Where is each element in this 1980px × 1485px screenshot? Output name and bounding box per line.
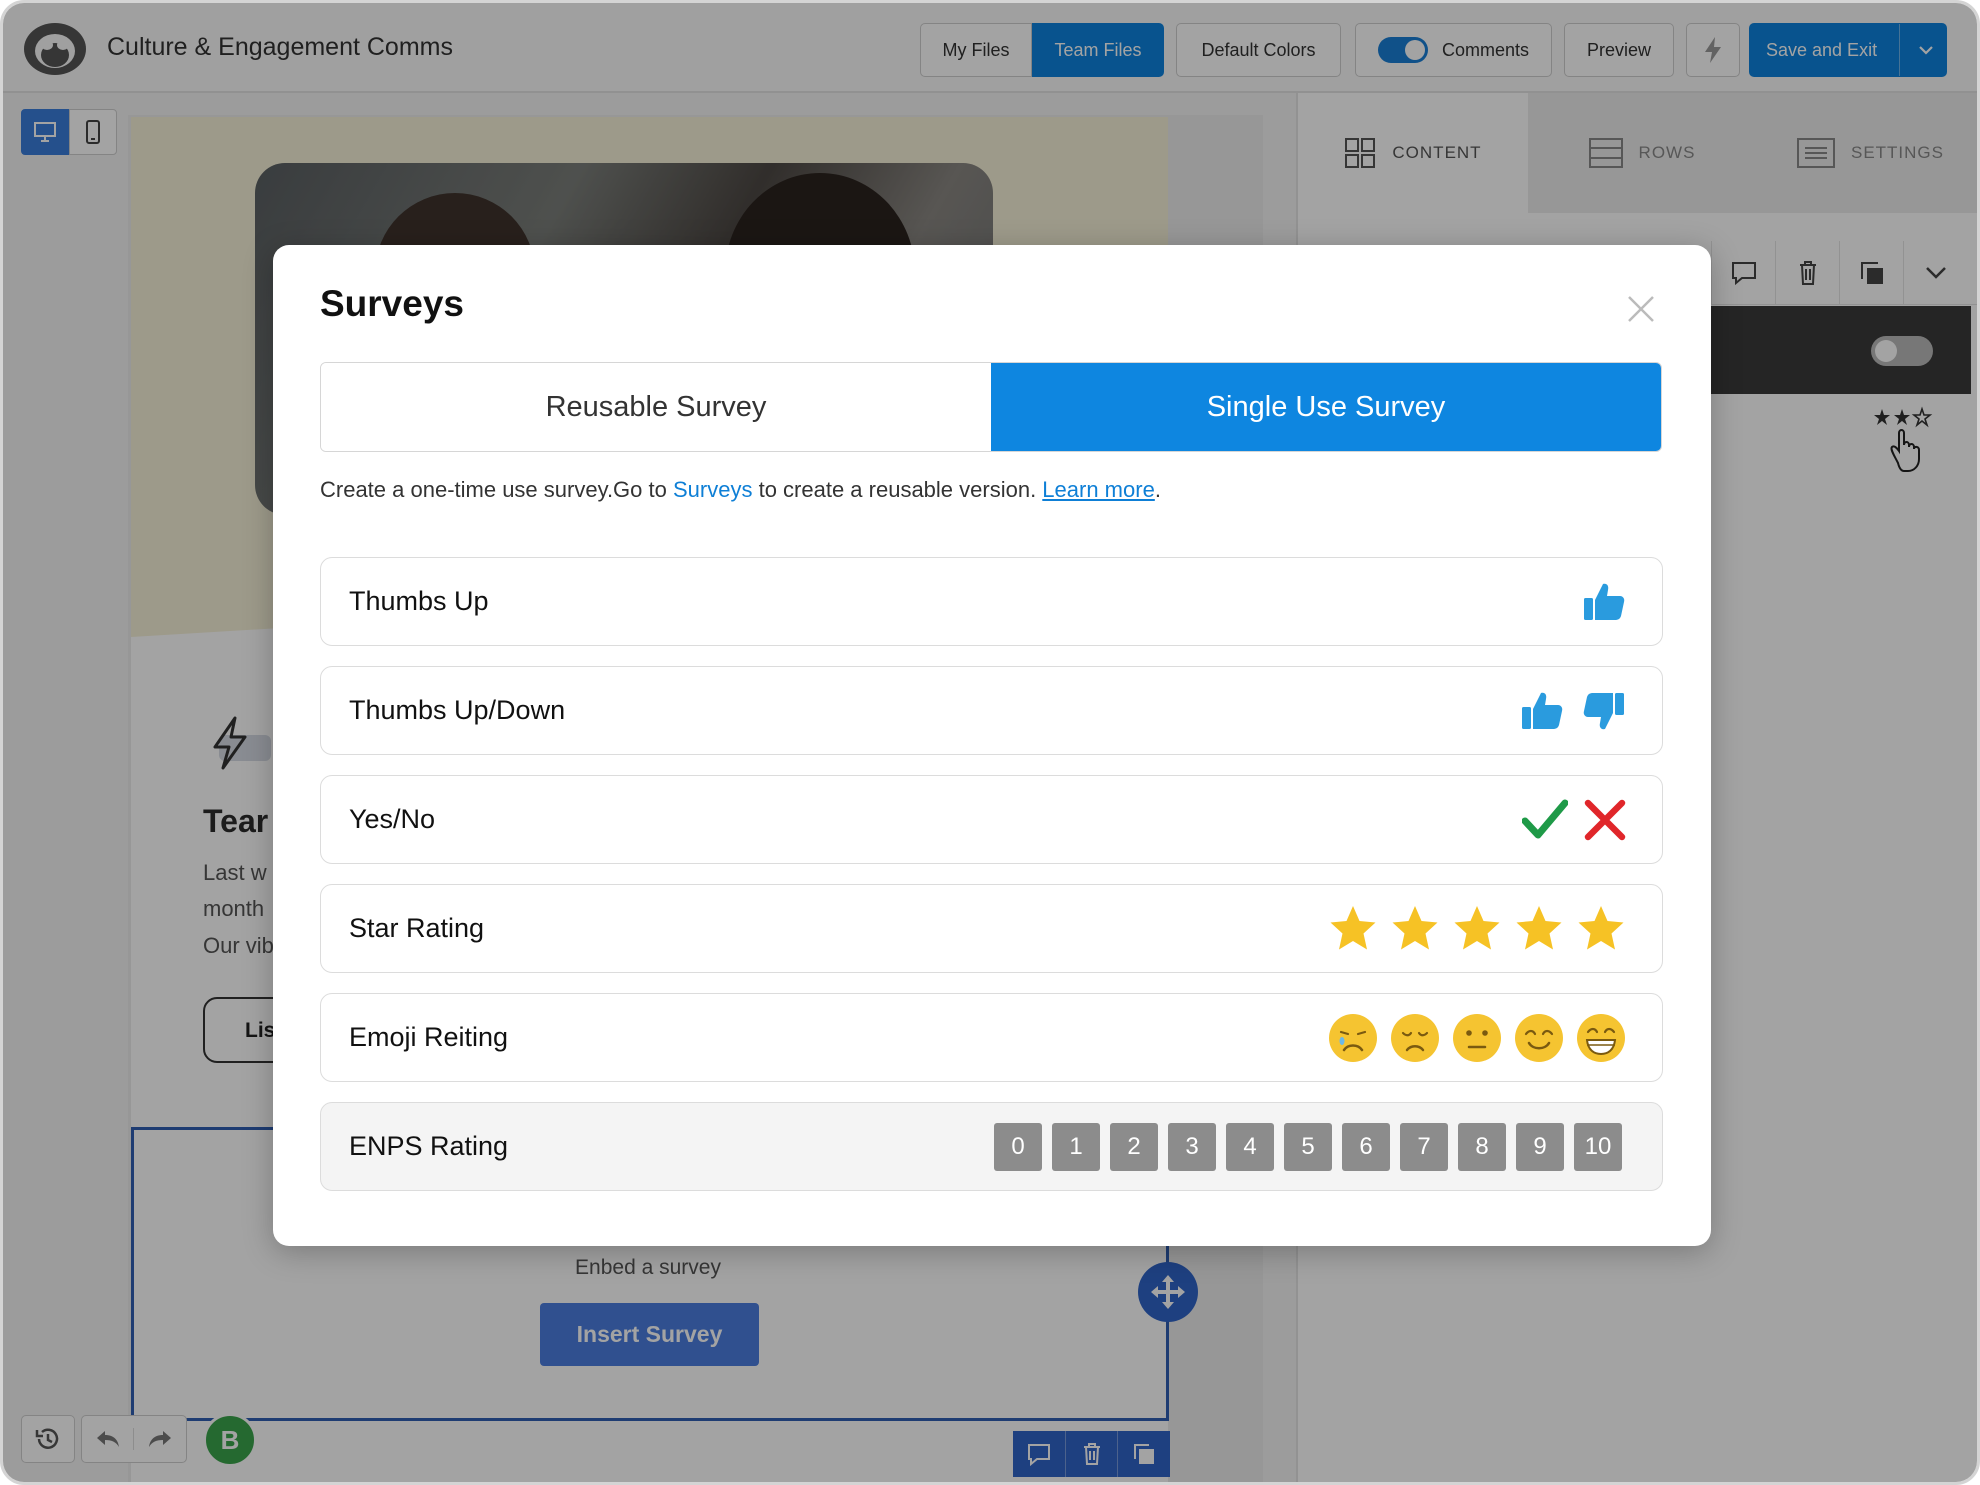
enps-box: 1 <box>1052 1122 1100 1171</box>
option-label: ENPS Rating <box>349 1131 509 1161</box>
x-icon <box>1584 799 1626 841</box>
enps-scale: 0 1 2 3 4 5 6 7 8 9 10 <box>984 1103 1622 1190</box>
option-icons <box>1508 667 1626 754</box>
option-label: Yes/No <box>349 804 436 834</box>
surveys-modal: Surveys Reusable Survey Single Use Surve… <box>273 245 1711 1246</box>
surveys-link[interactable]: Surveys <box>673 477 752 502</box>
desc-middle: to create a reusable version. <box>752 477 1043 502</box>
enps-box: 5 <box>1284 1122 1332 1171</box>
option-label: Thumbs Up <box>349 586 489 616</box>
star-icon <box>1576 904 1626 954</box>
option-icons <box>1570 558 1626 645</box>
check-icon <box>1522 799 1568 841</box>
thumbs-up-icon <box>1520 689 1564 733</box>
crying-face-icon <box>1328 1013 1378 1063</box>
enps-box: 3 <box>1168 1122 1216 1171</box>
thumbs-down-icon <box>1582 689 1626 733</box>
smile-face-icon <box>1514 1013 1564 1063</box>
desc-end: . <box>1154 477 1161 502</box>
star-icon <box>1452 904 1502 954</box>
sad-face-icon <box>1390 1013 1440 1063</box>
survey-option-thumbs-up-down[interactable]: Thumbs Up/Down <box>320 666 1663 755</box>
star-icon <box>1328 904 1378 954</box>
survey-option-thumbs-up[interactable]: Thumbs Up <box>320 557 1663 646</box>
option-label: Emoji Reiting <box>349 1022 509 1052</box>
option-icons <box>1510 776 1626 863</box>
app-window: Culture & Engagement Comms My Files Team… <box>0 0 1980 1485</box>
tab-reusable-survey[interactable]: Reusable Survey <box>321 363 991 451</box>
neutral-face-icon <box>1452 1013 1502 1063</box>
modal-description: Create a one-time use survey.Go to Surve… <box>320 477 1161 503</box>
enps-box: 6 <box>1342 1122 1390 1171</box>
enps-box: 0 <box>994 1122 1042 1171</box>
learn-more-link[interactable]: Learn more <box>1042 477 1155 502</box>
survey-option-yes-no[interactable]: Yes/No <box>320 775 1663 864</box>
enps-box: 7 <box>1400 1122 1448 1171</box>
enps-box: 9 <box>1516 1122 1564 1171</box>
option-icons <box>1316 885 1626 972</box>
enps-box: 4 <box>1226 1122 1274 1171</box>
option-label: Star Rating <box>349 913 485 943</box>
survey-option-star-rating[interactable]: Star Rating <box>320 884 1663 973</box>
star-icon <box>1390 904 1440 954</box>
enps-box: 8 <box>1458 1122 1506 1171</box>
close-icon[interactable] <box>1625 293 1657 325</box>
survey-option-emoji-rating[interactable]: Emoji Reiting <box>320 993 1663 1082</box>
thumbs-up-icon <box>1582 580 1626 624</box>
grin-face-icon <box>1576 1013 1626 1063</box>
tab-single-use-survey[interactable]: Single Use Survey <box>991 363 1661 451</box>
option-label: Thumbs Up/Down <box>349 695 566 725</box>
star-icon <box>1514 904 1564 954</box>
desc-prefix: Create a one-time use survey.Go to <box>320 477 673 502</box>
enps-box: 10 <box>1574 1122 1622 1171</box>
option-icons <box>1316 994 1626 1081</box>
survey-type-tabs: Reusable Survey Single Use Survey <box>320 362 1662 452</box>
modal-title: Surveys <box>320 283 464 324</box>
enps-box: 2 <box>1110 1122 1158 1171</box>
survey-option-enps-rating[interactable]: ENPS Rating 0 1 2 3 4 5 6 7 8 9 10 <box>320 1102 1663 1191</box>
